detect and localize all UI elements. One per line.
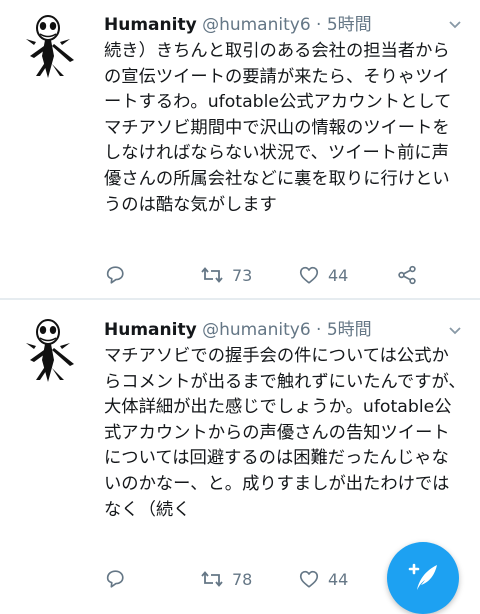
like-count: 44	[328, 265, 349, 285]
retweet-button[interactable]: 78	[200, 566, 252, 592]
tweet-header: Humanity @humanity6 · 5時間	[104, 14, 434, 36]
tweet-actions: 73 44	[104, 262, 434, 288]
tweet-actions: 78 44	[104, 566, 434, 592]
retweet-button[interactable]: 73	[200, 262, 252, 288]
user-name[interactable]: Humanity	[104, 320, 197, 340]
user-handle[interactable]: @humanity6	[202, 15, 311, 35]
compose-tweet-button[interactable]	[387, 542, 459, 614]
retweet-icon	[201, 267, 223, 283]
user-name[interactable]: Humanity	[104, 15, 197, 35]
like-count: 44	[328, 569, 349, 589]
reply-button[interactable]	[104, 262, 126, 288]
heart-icon	[299, 570, 319, 588]
share-icon	[398, 265, 416, 285]
heart-icon	[299, 266, 319, 284]
tweet-header: Humanity @humanity6 · 5時間	[104, 319, 434, 341]
chevron-down-icon[interactable]	[448, 18, 462, 32]
retweet-count: 73	[232, 265, 253, 285]
reply-icon	[106, 266, 124, 284]
timestamp[interactable]: 5時間	[327, 15, 372, 35]
separator: ·	[316, 15, 322, 35]
tweet-text: マチアソビでの握手会の件については公式からコメントが出るまで触れずにいたんですが…	[104, 346, 466, 520]
reply-icon	[106, 570, 124, 588]
tweet-1[interactable]: Humanity @humanity6 · 5時間 続き）きちんと取引のある会社…	[0, 0, 480, 298]
separator: ·	[316, 320, 322, 340]
share-button[interactable]	[396, 262, 418, 288]
retweet-icon	[201, 571, 223, 587]
compose-tweet-icon	[408, 563, 437, 590]
retweet-count: 78	[232, 569, 253, 589]
user-handle[interactable]: @humanity6	[202, 320, 311, 340]
chevron-down-icon[interactable]	[448, 324, 462, 338]
like-button[interactable]: 44	[298, 566, 348, 592]
like-button[interactable]: 44	[298, 262, 348, 288]
tweet-text: 続き）きちんと取引のある会社の担当者からの宣伝ツイートの要請が来たら、そりゃツイ…	[104, 41, 452, 215]
reply-button[interactable]	[104, 566, 126, 592]
timestamp[interactable]: 5時間	[327, 320, 372, 340]
avatar[interactable]	[14, 316, 82, 384]
avatar[interactable]	[14, 12, 82, 80]
